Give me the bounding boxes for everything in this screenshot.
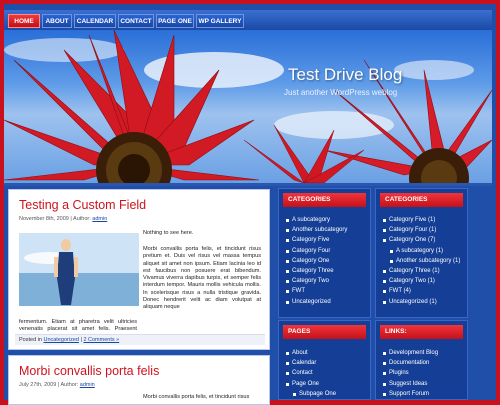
blogroll-link[interactable]: Development Blog <box>382 348 438 358</box>
post-excerpt-side: Morbi convallis porta felis, et tincidun… <box>143 394 250 400</box>
main-nav: HOME ABOUT CALENDAR CONTACT PAGE ONE WP … <box>4 10 492 30</box>
post-excerpt-side: Morbi convallis porta felis, et tincidun… <box>143 246 261 311</box>
post-footer: Posted in Uncategorized | 2 Comments » <box>15 334 265 345</box>
category-link[interactable]: Category One (7) <box>382 235 460 245</box>
post-author-link[interactable]: admin <box>80 382 95 388</box>
category-link[interactable]: Another subcategory (1) <box>382 256 460 266</box>
post-card: Morbi convallis porta felis July 27th, 2… <box>8 355 270 405</box>
category-link[interactable]: Category Three (1) <box>382 266 460 276</box>
sidebar-heading: CATEGORIES <box>283 193 366 207</box>
category-link[interactable]: Uncategorized <box>43 337 78 343</box>
post-title[interactable]: Testing a Custom Field <box>19 198 146 212</box>
nav-wp-gallery[interactable]: WP GALLERY <box>196 14 244 28</box>
post-author-label: | Author: <box>57 382 79 388</box>
page-link[interactable]: About <box>285 348 336 358</box>
category-link[interactable]: Another subcategory <box>285 225 347 235</box>
nav-page-one[interactable]: PAGE ONE <box>156 14 194 28</box>
post-date: November 8th, 2009 <box>19 216 69 222</box>
category-link[interactable]: A subcategory <box>285 215 347 225</box>
page-link[interactable]: Page One <box>285 379 336 389</box>
category-list: Category Five (1) Category Four (1) Cate… <box>382 215 460 307</box>
post-meta: November 8th, 2009 | Author: admin <box>19 216 107 222</box>
post-image <box>19 233 139 306</box>
post-date: July 27th, 2009 <box>19 382 57 388</box>
sidebar-heading: LINKS: <box>380 325 463 339</box>
category-link[interactable]: Category Five (1) <box>382 215 460 225</box>
flower-illustration <box>4 30 492 183</box>
header-divider <box>4 183 492 186</box>
category-link[interactable]: Category Two (1) <box>382 276 460 286</box>
nav-contact[interactable]: CONTACT <box>118 14 154 28</box>
page-link[interactable]: Contact <box>285 368 336 378</box>
post-card: Testing a Custom Field November 8th, 200… <box>8 189 270 350</box>
category-link[interactable]: Category Four (1) <box>382 225 460 235</box>
sidebar-categories-count: CATEGORIES Category Five (1) Category Fo… <box>375 188 468 318</box>
posted-in-label: Posted in <box>19 337 42 343</box>
category-link[interactable]: Category One <box>285 256 347 266</box>
blog-title[interactable]: Test Drive Blog <box>288 65 402 85</box>
category-list: A subcategory Another subcategory Catego… <box>285 215 347 307</box>
header-banner: Test Drive Blog Just another WordPress w… <box>4 30 492 183</box>
comments-link[interactable]: 2 Comments » <box>83 337 119 343</box>
category-link[interactable]: Category Five <box>285 235 347 245</box>
footer-separator: | <box>80 337 82 343</box>
person-head <box>61 239 71 251</box>
category-link[interactable]: FWT <box>285 286 347 296</box>
sidebar-pages: PAGES About Calendar Contact Page One Su… <box>278 320 371 400</box>
sidebar-heading: PAGES <box>283 325 366 339</box>
post-lead: Nothing to see here. <box>143 230 194 236</box>
blogroll-link[interactable]: Suggest Ideas <box>382 379 438 389</box>
blog-tagline: Just another WordPress weblog <box>284 88 398 97</box>
category-link[interactable]: Category Four <box>285 246 347 256</box>
nav-home[interactable]: HOME <box>8 14 40 28</box>
sidebar-links: LINKS: Development Blog Documentation Pl… <box>375 320 468 400</box>
pages-list: About Calendar Contact Page One Subpage … <box>285 348 336 399</box>
category-link[interactable]: FWT (4) <box>382 286 460 296</box>
category-link[interactable]: Uncategorized <box>285 297 347 307</box>
blogroll-link[interactable]: Plugins <box>382 368 438 378</box>
blogroll-link[interactable]: Support Forum <box>382 389 438 399</box>
page-link[interactable]: Calendar <box>285 358 336 368</box>
nav-calendar[interactable]: CALENDAR <box>74 14 116 28</box>
post-author-label: | Author: <box>70 216 91 222</box>
category-link[interactable]: A subcategory (1) <box>382 246 460 256</box>
sidebar-heading: CATEGORIES <box>380 193 463 207</box>
page-link[interactable]: Subpage One <box>285 389 336 399</box>
category-link[interactable]: Uncategorized (1) <box>382 297 460 307</box>
post-meta: July 27th, 2009 | Author: admin <box>19 382 95 388</box>
category-link[interactable]: Category Three <box>285 266 347 276</box>
sidebar-categories: CATEGORIES A subcategory Another subcate… <box>278 188 371 318</box>
post-author-link[interactable]: admin <box>92 216 107 222</box>
links-list: Development Blog Documentation Plugins S… <box>382 348 438 399</box>
post-title[interactable]: Morbi convallis porta felis <box>19 364 159 378</box>
category-link[interactable]: Category Two <box>285 276 347 286</box>
main-content: Testing a Custom Field November 8th, 200… <box>8 189 270 405</box>
nav-about[interactable]: ABOUT <box>42 14 72 28</box>
blogroll-link[interactable]: Documentation <box>382 358 438 368</box>
